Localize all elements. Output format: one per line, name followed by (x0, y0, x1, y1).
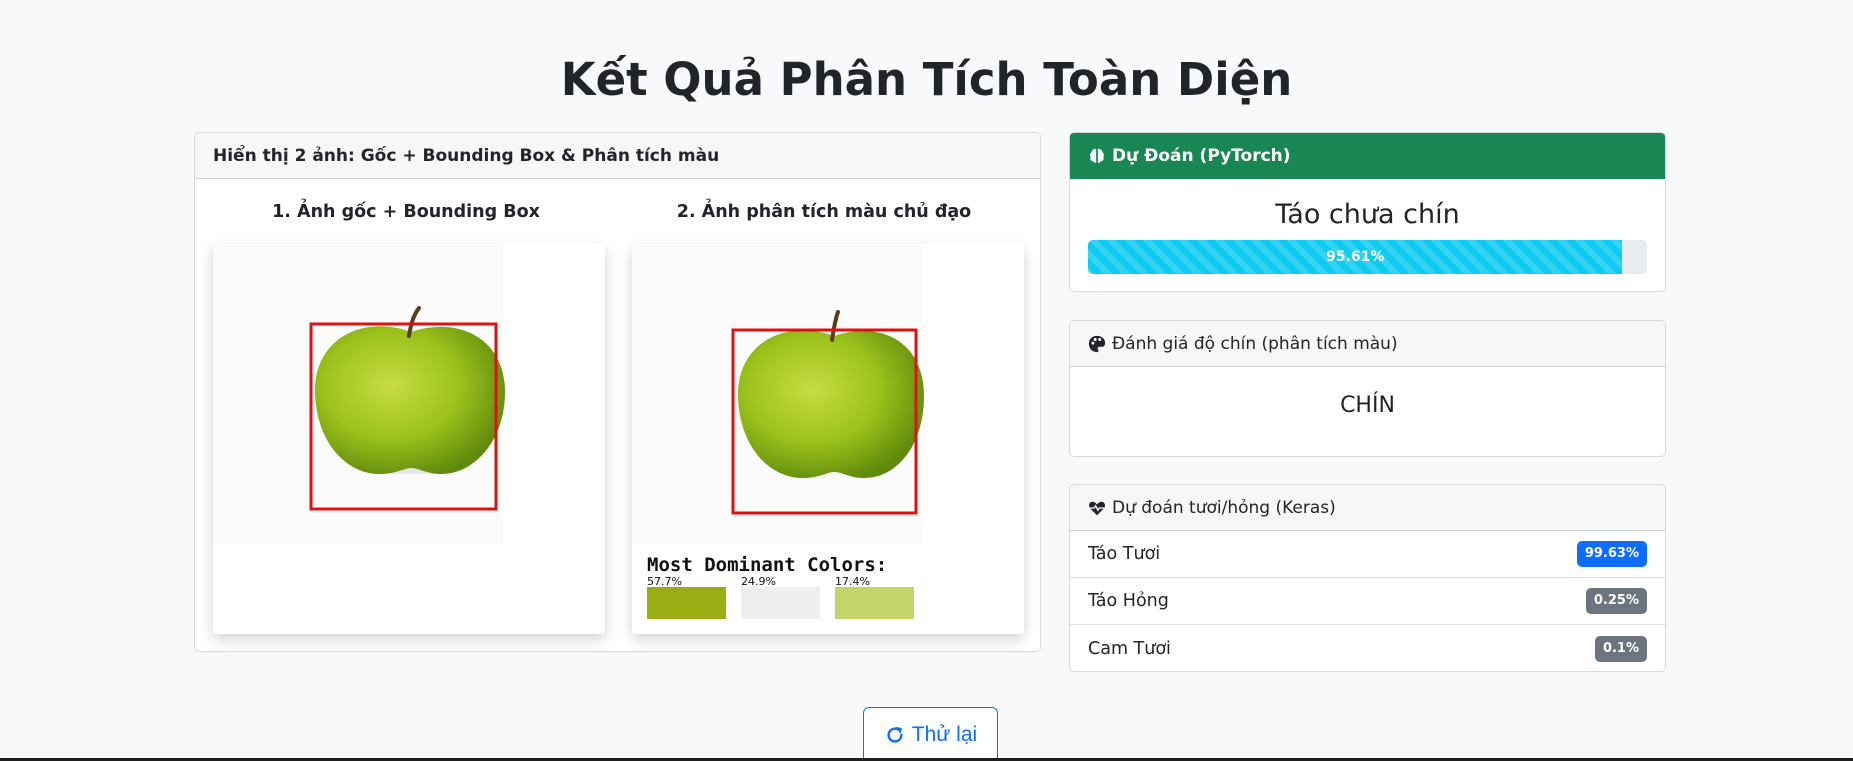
ripeness-header: Đánh giá độ chín (phân tích màu) (1070, 321, 1665, 367)
swatch-percent: 24.9% (741, 575, 776, 588)
pytorch-prediction-header: Dự Đoán (PyTorch) (1070, 133, 1665, 179)
retry-button[interactable]: Thử lại (863, 707, 998, 761)
page-title: Kết Quả Phân Tích Toàn Diện (560, 53, 1293, 106)
keras-prediction-header: Dự đoán tươi/hỏng (Keras) (1070, 485, 1665, 531)
brain-icon (1090, 148, 1104, 163)
rotate-right-icon (887, 726, 903, 743)
swatch-percent: 17.4% (835, 575, 870, 588)
pytorch-prediction-title: Dự Đoán (PyTorch) (1112, 146, 1291, 166)
image-analysis-header: Hiển thị 2 ảnh: Gốc + Bounding Box & Phâ… (195, 133, 1040, 179)
color-swatch (647, 587, 726, 619)
color-swatch (835, 587, 914, 619)
result-label: Cam Tươi (1088, 638, 1171, 659)
prediction-label: Táo chưa chín (1275, 199, 1460, 230)
result-badge: 0.25% (1585, 588, 1647, 614)
color-analysis-image: Most Dominant Colors: 57.7% 24.9% 17.4% (632, 244, 1024, 634)
heart-pulse-icon (1089, 501, 1105, 515)
confidence-progress: 95.61% (1088, 240, 1647, 274)
original-image-title: 1. Ảnh gốc + Bounding Box (272, 202, 540, 222)
original-image (213, 244, 605, 634)
keras-prediction-title: Dự đoán tươi/hỏng (Keras) (1112, 497, 1336, 518)
keras-prediction-card: Dự đoán tươi/hỏng (Keras) Táo Tươi 99.63… (1069, 484, 1666, 672)
ripeness-value: CHÍN (1340, 393, 1395, 418)
color-swatch (741, 587, 820, 619)
ripeness-title: Đánh giá độ chín (phân tích màu) (1112, 333, 1398, 354)
list-item: Cam Tươi 0.1% (1070, 625, 1665, 671)
result-badge: 99.63% (1576, 541, 1647, 567)
list-item: Táo Hỏng 0.25% (1070, 578, 1665, 625)
apple-shape (314, 326, 505, 475)
keras-result-list: Táo Tươi 99.63% Táo Hỏng 0.25% Cam Tươi … (1070, 531, 1665, 671)
color-analysis-image-title: 2. Ảnh phân tích màu chủ đạo (676, 202, 972, 222)
ripeness-card: Đánh giá độ chín (phân tích màu) CHÍN (1069, 320, 1666, 457)
pytorch-prediction-card: Dự Đoán (PyTorch) Táo chưa chín 95.61% (1069, 132, 1666, 292)
result-label: Táo Tươi (1088, 544, 1161, 564)
confidence-progress-bar: 95.61% (1088, 240, 1623, 274)
palette-icon (1088, 335, 1106, 352)
result-label: Táo Hỏng (1088, 591, 1169, 611)
list-item: Táo Tươi 99.63% (1070, 531, 1665, 578)
dominant-colors-heading: Most Dominant Colors: (647, 554, 887, 576)
result-badge: 0.1% (1594, 635, 1647, 662)
image-analysis-card: Hiển thị 2 ảnh: Gốc + Bounding Box & Phâ… (194, 132, 1041, 652)
apple-shape (737, 330, 924, 479)
swatch-percent: 57.7% (647, 575, 682, 588)
retry-label: Thử lại (911, 723, 978, 746)
